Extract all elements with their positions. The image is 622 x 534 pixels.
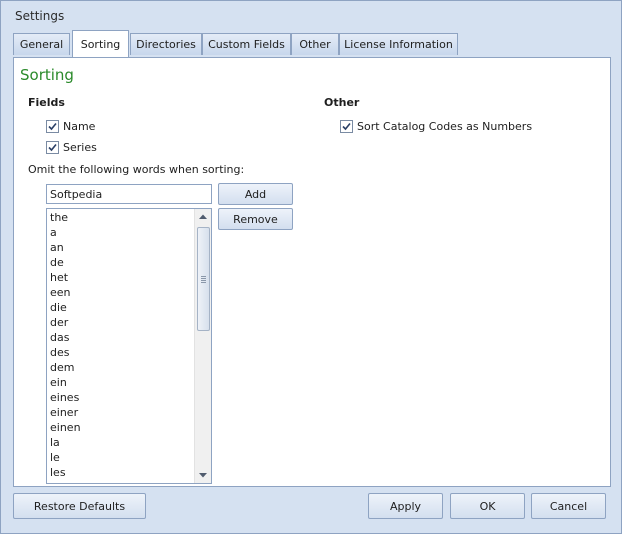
list-item[interactable]: een bbox=[50, 285, 81, 300]
list-item[interactable]: de bbox=[50, 255, 81, 270]
omit-words-items: the a an de het een die der das des dem … bbox=[50, 210, 81, 480]
tab-other[interactable]: Other bbox=[291, 33, 339, 55]
list-item[interactable]: an bbox=[50, 240, 81, 255]
omit-words-list[interactable]: the a an de het een die der das des dem … bbox=[46, 208, 212, 484]
name-checkbox-label: Name bbox=[63, 120, 96, 133]
check-icon bbox=[342, 122, 351, 131]
apply-button[interactable]: Apply bbox=[368, 493, 443, 519]
list-item[interactable]: dem bbox=[50, 360, 81, 375]
sorting-panel: Sorting Fields Name Series Other Sort Ca… bbox=[13, 57, 611, 487]
list-item[interactable]: les bbox=[50, 465, 81, 480]
ok-button[interactable]: OK bbox=[450, 493, 525, 519]
list-item[interactable]: der bbox=[50, 315, 81, 330]
scroll-thumb[interactable] bbox=[197, 227, 210, 331]
restore-defaults-button[interactable]: Restore Defaults bbox=[13, 493, 146, 519]
list-item[interactable]: des bbox=[50, 345, 81, 360]
series-checkbox[interactable] bbox=[46, 141, 59, 154]
list-item[interactable]: ein bbox=[50, 375, 81, 390]
omit-words-label: Omit the following words when sorting: bbox=[28, 163, 245, 176]
arrow-down-icon bbox=[199, 473, 207, 478]
fields-label: Fields bbox=[28, 96, 65, 109]
window-title: Settings bbox=[15, 9, 65, 23]
tab-directories[interactable]: Directories bbox=[130, 33, 202, 55]
list-item[interactable]: la bbox=[50, 435, 81, 450]
list-item[interactable]: einen bbox=[50, 420, 81, 435]
other-label: Other bbox=[324, 96, 360, 109]
panel-heading: Sorting bbox=[20, 66, 74, 84]
scroll-down-button[interactable] bbox=[195, 467, 211, 483]
list-scrollbar[interactable] bbox=[194, 209, 211, 483]
omit-word-input[interactable] bbox=[46, 184, 212, 204]
sort-catalog-codes-label: Sort Catalog Codes as Numbers bbox=[357, 120, 533, 133]
list-item[interactable]: a bbox=[50, 225, 81, 240]
check-icon bbox=[48, 122, 57, 131]
sort-catalog-codes-checkbox[interactable] bbox=[340, 120, 353, 133]
tab-sorting[interactable]: Sorting bbox=[72, 30, 129, 57]
settings-window: Settings General Sorting Directories Cus… bbox=[0, 0, 622, 534]
list-item[interactable]: das bbox=[50, 330, 81, 345]
list-item[interactable]: het bbox=[50, 270, 81, 285]
check-icon bbox=[48, 143, 57, 152]
list-item[interactable]: die bbox=[50, 300, 81, 315]
tab-general[interactable]: General bbox=[13, 33, 70, 55]
tab-custom-fields[interactable]: Custom Fields bbox=[202, 33, 291, 55]
scroll-up-button[interactable] bbox=[195, 209, 211, 225]
tab-license-information[interactable]: License Information bbox=[339, 33, 458, 55]
arrow-up-icon bbox=[199, 214, 207, 219]
list-item[interactable]: le bbox=[50, 450, 81, 465]
list-item[interactable]: einer bbox=[50, 405, 81, 420]
name-checkbox[interactable] bbox=[46, 120, 59, 133]
list-item[interactable]: the bbox=[50, 210, 81, 225]
remove-button[interactable]: Remove bbox=[218, 208, 293, 230]
series-checkbox-label: Series bbox=[63, 141, 97, 154]
cancel-button[interactable]: Cancel bbox=[531, 493, 606, 519]
add-button[interactable]: Add bbox=[218, 183, 293, 205]
list-item[interactable]: eines bbox=[50, 390, 81, 405]
